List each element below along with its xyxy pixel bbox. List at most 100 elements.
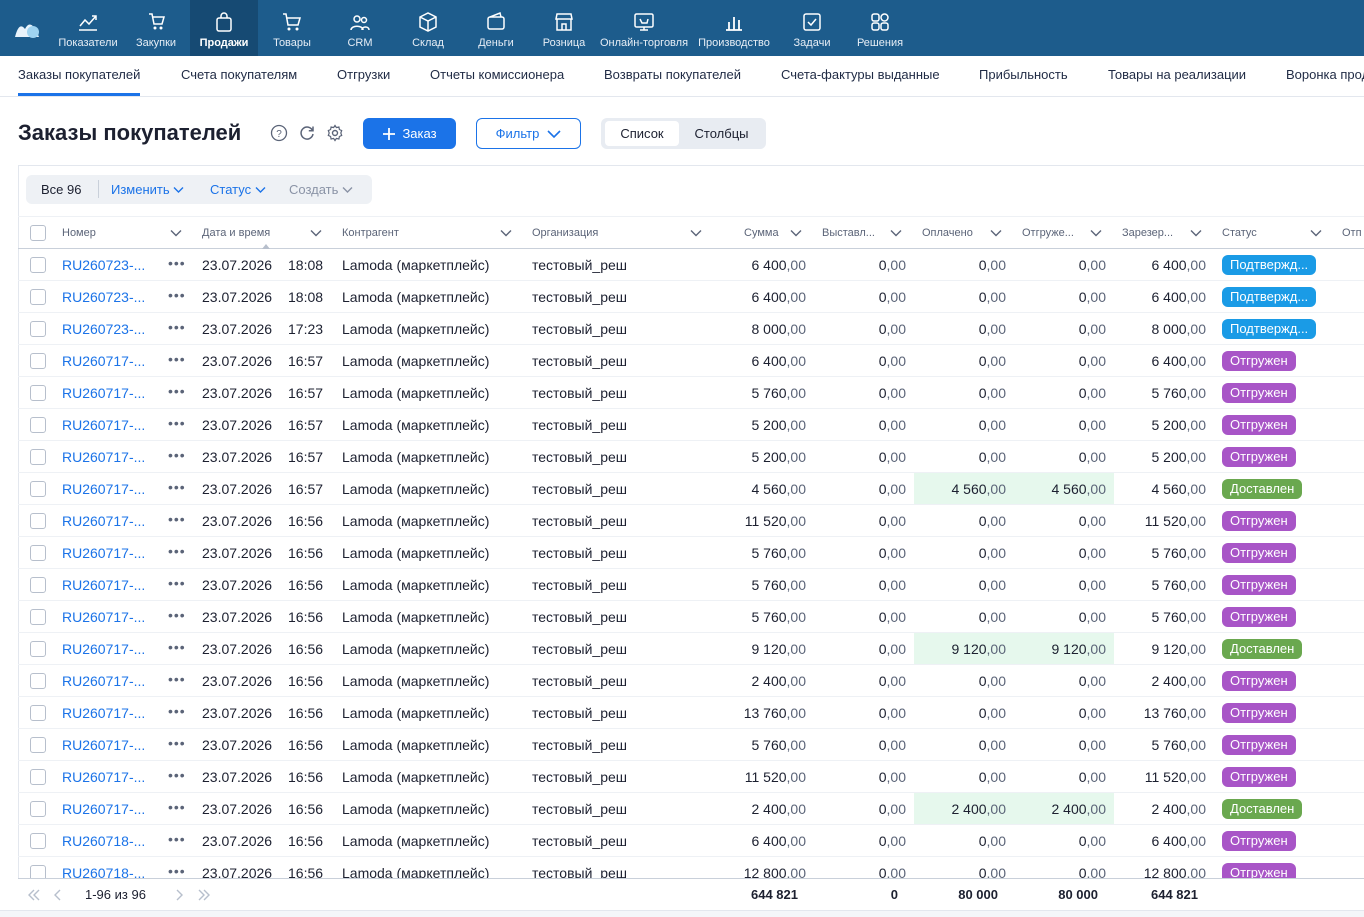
row-menu-icon[interactable]: ••• (168, 255, 186, 271)
table-row[interactable]: RU260723-... ••• 23.07.2026 18:08 Lamoda (ма… (18, 249, 1364, 281)
table-row[interactable]: RU260717-... ••• 23.07.2026 16:56 Lamoda (ма… (18, 729, 1364, 761)
chevron-down-icon[interactable] (310, 227, 322, 239)
table-row[interactable]: RU260717-... ••• 23.07.2026 16:56 Lamoda (ма… (18, 505, 1364, 537)
row-menu-icon[interactable]: ••• (168, 863, 186, 879)
row-menu-icon[interactable]: ••• (168, 319, 186, 335)
row-menu-icon[interactable]: ••• (168, 767, 186, 783)
row-menu-icon[interactable]: ••• (168, 735, 186, 751)
view-list-option[interactable]: Список (605, 121, 679, 146)
row-menu-icon[interactable]: ••• (168, 351, 186, 367)
nav-item-5[interactable]: Склад (394, 0, 462, 56)
table-row[interactable]: RU260718-... ••• 23.07.2026 16:56 Lamoda (ма… (18, 825, 1364, 857)
status-badge[interactable]: Отгружен (1222, 415, 1296, 435)
chevron-down-icon[interactable] (690, 227, 702, 239)
row-checkbox[interactable] (30, 545, 46, 561)
select-all-count[interactable]: Все 96 (41, 182, 81, 197)
row-checkbox[interactable] (30, 833, 46, 849)
subnav-item-consignment-goods[interactable]: Товары на реализации (1108, 67, 1246, 82)
order-number-link[interactable]: RU260717-... (62, 769, 145, 785)
status-badge[interactable]: Подтвержд... (1222, 287, 1317, 307)
header-shipped[interactable]: Отгруже... (1022, 227, 1074, 239)
nav-item-1[interactable]: Закупки (122, 0, 190, 56)
chevron-down-icon[interactable] (1310, 227, 1322, 239)
row-menu-icon[interactable]: ••• (168, 575, 186, 591)
order-number-link[interactable]: RU260717-... (62, 545, 145, 561)
table-row[interactable]: RU260717-... ••• 23.07.2026 16:57 Lamoda (ма… (18, 409, 1364, 441)
header-organization[interactable]: Организация (532, 227, 598, 239)
edit-dropdown[interactable]: Изменить (111, 182, 184, 197)
row-menu-icon[interactable]: ••• (168, 639, 186, 655)
order-number-link[interactable]: RU260717-... (62, 609, 145, 625)
table-row[interactable]: RU260717-... ••• 23.07.2026 16:57 Lamoda (ма… (18, 377, 1364, 409)
status-badge[interactable]: Подтвержд... (1222, 319, 1317, 339)
row-checkbox[interactable] (30, 385, 46, 401)
order-number-link[interactable]: RU260717-... (62, 801, 145, 817)
header-paid[interactable]: Оплачено (922, 227, 973, 239)
row-menu-icon[interactable]: ••• (168, 511, 186, 527)
header-number[interactable]: Номер (62, 227, 96, 239)
nav-item-4[interactable]: CRM (326, 0, 394, 56)
filter-button[interactable]: Фильтр (476, 118, 581, 149)
row-menu-icon[interactable]: ••• (168, 415, 186, 431)
row-menu-icon[interactable]: ••• (168, 543, 186, 559)
row-checkbox[interactable] (30, 353, 46, 369)
nav-item-11[interactable]: Решения (846, 0, 914, 56)
order-number-link[interactable]: RU260717-... (62, 641, 145, 657)
last-page-icon[interactable] (198, 889, 210, 901)
row-checkbox[interactable] (30, 321, 46, 337)
order-number-link[interactable]: RU260717-... (62, 385, 145, 401)
row-checkbox[interactable] (30, 801, 46, 817)
header-datetime[interactable]: Дата и время (202, 227, 270, 239)
subnav-item-customer-orders[interactable]: Заказы покупателей (18, 67, 140, 82)
view-columns-option[interactable]: Столбцы (681, 121, 762, 146)
row-menu-icon[interactable]: ••• (168, 479, 186, 495)
table-row[interactable]: RU260717-... ••• 23.07.2026 16:56 Lamoda (ма… (18, 761, 1364, 793)
row-checkbox[interactable] (30, 705, 46, 721)
row-checkbox[interactable] (30, 513, 46, 529)
row-menu-icon[interactable]: ••• (168, 607, 186, 623)
order-number-link[interactable]: RU260717-... (62, 353, 145, 369)
nav-item-8[interactable]: Онлайн-торговля (598, 0, 690, 56)
header-status[interactable]: Статус (1222, 227, 1257, 239)
header-extra[interactable]: Отп (1342, 227, 1362, 239)
chevron-down-icon[interactable] (170, 227, 182, 239)
row-menu-icon[interactable]: ••• (168, 287, 186, 303)
help-icon[interactable]: ? (270, 124, 288, 142)
status-badge[interactable]: Отгружен (1222, 735, 1296, 755)
nav-item-7[interactable]: Розница (530, 0, 598, 56)
row-checkbox[interactable] (30, 737, 46, 753)
status-badge[interactable]: Доставлен (1222, 639, 1303, 659)
nav-item-9[interactable]: Производство (690, 0, 778, 56)
table-row[interactable]: RU260717-... ••• 23.07.2026 16:56 Lamoda (ма… (18, 697, 1364, 729)
chevron-down-icon[interactable] (1090, 227, 1102, 239)
next-page-icon[interactable] (175, 889, 183, 901)
status-badge[interactable]: Отгружен (1222, 575, 1296, 595)
status-badge[interactable]: Отгружен (1222, 447, 1296, 467)
nav-item-2[interactable]: Продажи (190, 0, 258, 56)
row-menu-icon[interactable]: ••• (168, 383, 186, 399)
subnav-item-commission-reports[interactable]: Отчеты комиссионера (430, 67, 564, 82)
select-all-checkbox[interactable] (30, 225, 46, 241)
row-menu-icon[interactable]: ••• (168, 447, 186, 463)
status-badge[interactable]: Отгружен (1222, 511, 1296, 531)
subnav-item-customer-invoices[interactable]: Счета покупателям (181, 67, 297, 82)
settings-gear-icon[interactable] (326, 124, 344, 142)
order-number-link[interactable]: RU260717-... (62, 513, 145, 529)
row-checkbox[interactable] (30, 769, 46, 785)
create-dropdown[interactable]: Создать (289, 182, 353, 197)
table-row[interactable]: RU260717-... ••• 23.07.2026 16:56 Lamoda (ма… (18, 569, 1364, 601)
nav-item-3[interactable]: Товары (258, 0, 326, 56)
status-dropdown[interactable]: Статус (210, 182, 266, 197)
chevron-down-icon[interactable] (890, 227, 902, 239)
row-checkbox[interactable] (30, 673, 46, 689)
header-reserved[interactable]: Зарезер... (1122, 227, 1173, 239)
table-row[interactable]: RU260717-... ••• 23.07.2026 16:57 Lamoda (ма… (18, 473, 1364, 505)
order-number-link[interactable]: RU260717-... (62, 705, 145, 721)
prev-page-icon[interactable] (54, 889, 62, 901)
row-checkbox[interactable] (30, 609, 46, 625)
status-badge[interactable]: Доставлен (1222, 799, 1303, 819)
table-row[interactable]: RU260717-... ••• 23.07.2026 16:57 Lamoda (ма… (18, 441, 1364, 473)
status-badge[interactable]: Отгружен (1222, 831, 1296, 851)
chevron-down-icon[interactable] (500, 227, 512, 239)
first-page-icon[interactable] (28, 889, 40, 901)
